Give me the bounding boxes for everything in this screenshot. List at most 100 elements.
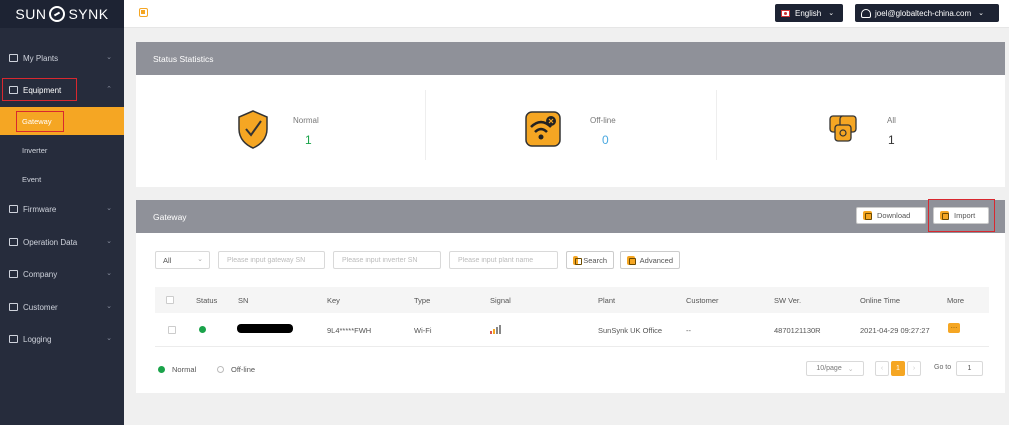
column-header-sn[interactable]: SN bbox=[238, 296, 248, 305]
row-online-time: 2021-04-29 09:27:27 bbox=[860, 326, 930, 335]
plant-name-input[interactable] bbox=[449, 251, 558, 269]
shield-check-icon bbox=[238, 110, 268, 149]
panel-title: Gateway bbox=[153, 211, 187, 222]
legend-normal-dot-icon bbox=[158, 366, 165, 373]
row-type: Wi-Fi bbox=[414, 326, 432, 335]
chevron-up-icon: ⌃ bbox=[106, 86, 112, 93]
advanced-label: Advanced bbox=[639, 255, 673, 265]
sidebar-item-label: Firmware bbox=[23, 204, 57, 214]
chevron-down-icon: ⌄ bbox=[828, 10, 835, 17]
status-online-icon bbox=[199, 326, 206, 333]
language-label: English bbox=[795, 8, 822, 18]
sidebar-item-label: My Plants bbox=[23, 53, 59, 63]
sidebar-item-inverter[interactable]: Inverter bbox=[0, 136, 124, 164]
sidebar-item-my-plants[interactable]: My Plants ⌄ bbox=[0, 47, 124, 69]
search-button[interactable]: Search bbox=[566, 251, 614, 269]
sidebar-item-customer[interactable]: Customer ⌄ bbox=[0, 296, 124, 318]
goto-page-input[interactable]: 1 bbox=[956, 361, 983, 376]
search-label: Search bbox=[583, 255, 607, 265]
chevron-down-icon: ⌄ bbox=[106, 303, 112, 310]
all-devices-icon bbox=[829, 115, 857, 142]
advanced-icon bbox=[627, 255, 636, 265]
offline-count: 0 bbox=[602, 133, 609, 147]
column-header-customer[interactable]: Customer bbox=[686, 296, 719, 305]
column-header-online-time[interactable]: Online Time bbox=[860, 296, 900, 305]
row-divider bbox=[155, 346, 989, 347]
highlight-box-equipment bbox=[2, 78, 77, 101]
status-filter-select[interactable]: All ⌄ bbox=[155, 251, 210, 269]
inverter-sn-input[interactable] bbox=[333, 251, 441, 269]
divider bbox=[425, 90, 426, 160]
logo-text-right: SYNK bbox=[68, 6, 109, 22]
chevron-down-icon: ⌄ bbox=[106, 205, 112, 212]
highlight-box-gateway bbox=[16, 111, 64, 132]
page-size-select[interactable]: 10/page ⌄ bbox=[806, 361, 864, 376]
menu-collapse-icon[interactable] bbox=[139, 8, 148, 17]
chevron-down-icon: ⌄ bbox=[106, 238, 112, 245]
row-sw-ver: 4870121130R bbox=[774, 326, 821, 335]
user-email: joel@globaltech-china.com bbox=[875, 8, 972, 18]
redacted-sn bbox=[237, 324, 293, 333]
legend-normal-label: Normal bbox=[172, 365, 197, 374]
column-header-sw-ver[interactable]: SW Ver. bbox=[774, 296, 801, 305]
flag-icon bbox=[781, 9, 790, 17]
divider bbox=[716, 90, 717, 160]
column-header-key[interactable]: Key bbox=[327, 296, 340, 305]
home-icon bbox=[9, 54, 18, 62]
sidebar-item-label: Logging bbox=[23, 334, 52, 344]
sunsynk-logo[interactable]: SUN SYNK bbox=[0, 0, 124, 28]
column-header-status[interactable]: Status bbox=[196, 296, 217, 305]
language-selector[interactable]: English ⌄ bbox=[775, 4, 843, 22]
sidebar-item-company[interactable]: Company ⌄ bbox=[0, 263, 124, 285]
chevron-down-icon: ⌄ bbox=[847, 365, 854, 373]
more-actions-icon[interactable]: … bbox=[948, 323, 960, 333]
chevron-down-icon: ⌄ bbox=[197, 256, 203, 263]
sidebar-item-logging[interactable]: Logging ⌄ bbox=[0, 328, 124, 350]
column-header-type[interactable]: Type bbox=[414, 296, 430, 305]
sidebar-item-label: Customer bbox=[23, 302, 58, 312]
customer-icon bbox=[9, 303, 18, 311]
wifi-offline-icon bbox=[525, 111, 561, 147]
next-page-button[interactable]: › bbox=[907, 361, 921, 376]
current-page-button[interactable]: 1 bbox=[891, 361, 905, 376]
user-menu[interactable]: joel@globaltech-china.com ⌄ bbox=[855, 4, 999, 22]
top-bar: SUN SYNK English ⌄ joel@globaltech-china… bbox=[0, 0, 1009, 28]
sidebar-item-label: Operation Data bbox=[23, 237, 78, 247]
panel-title: Status Statistics bbox=[153, 53, 214, 64]
column-header-plant[interactable]: Plant bbox=[598, 296, 615, 305]
sidebar-item-label: Event bbox=[22, 174, 42, 184]
sidebar-item-event[interactable]: Event bbox=[0, 165, 124, 193]
download-label: Download bbox=[877, 211, 911, 220]
column-header-signal[interactable]: Signal bbox=[490, 296, 511, 305]
prev-page-button[interactable]: ‹ bbox=[875, 361, 889, 376]
download-button[interactable]: Download bbox=[856, 207, 926, 224]
user-icon bbox=[861, 8, 871, 18]
legend-offline-dot-icon bbox=[217, 366, 224, 373]
logo-badge-icon bbox=[49, 6, 66, 22]
status-statistics-header: Status Statistics bbox=[136, 42, 1005, 75]
sidebar-item-firmware[interactable]: Firmware ⌄ bbox=[0, 198, 124, 220]
calendar-icon bbox=[9, 238, 18, 246]
row-key: 9L4*****FWH bbox=[327, 326, 372, 335]
row-customer: -- bbox=[686, 326, 691, 335]
signal-strength-icon bbox=[490, 325, 501, 334]
log-icon bbox=[9, 335, 18, 343]
building-icon bbox=[9, 270, 18, 278]
column-header-more[interactable]: More bbox=[947, 296, 964, 305]
sidebar-item-label: Inverter bbox=[22, 145, 48, 155]
row-plant-link[interactable]: SunSynk UK Office bbox=[598, 326, 662, 335]
firmware-icon bbox=[9, 205, 18, 213]
advanced-button[interactable]: Advanced bbox=[620, 251, 680, 269]
sidebar-item-operation-data[interactable]: Operation Data ⌄ bbox=[0, 231, 124, 253]
normal-count: 1 bbox=[305, 133, 312, 147]
chevron-down-icon: ⌄ bbox=[106, 54, 112, 61]
all-label: All bbox=[887, 116, 896, 125]
select-all-checkbox[interactable] bbox=[166, 296, 174, 304]
legend-offline-label: Off-line bbox=[231, 365, 256, 374]
normal-label: Normal bbox=[293, 116, 319, 125]
row-checkbox[interactable] bbox=[168, 326, 176, 334]
gateway-sn-input[interactable] bbox=[218, 251, 325, 269]
logo-text-left: SUN bbox=[15, 6, 47, 22]
search-icon bbox=[573, 255, 583, 265]
all-count: 1 bbox=[888, 133, 895, 147]
